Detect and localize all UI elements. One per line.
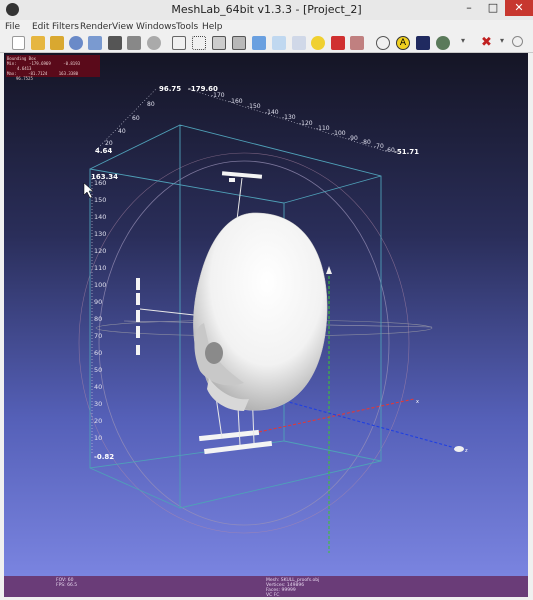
- trackball-icon[interactable]: [376, 36, 390, 50]
- menu-bar: File Edit Filters Render View Windows To…: [0, 20, 533, 50]
- vertical-tick: 150: [94, 196, 106, 204]
- title-bar: MeshLab_64bit v1.3.3 - [Project_2] – □ ✕: [0, 0, 533, 20]
- bbox-min-row: Min: -179.6969 -0.8193 4.6413: [7, 61, 99, 71]
- top-tick: -100: [332, 130, 346, 137]
- menu-windows[interactable]: Windows: [136, 22, 176, 32]
- top-tick: -70: [374, 143, 384, 150]
- edit-tool-icon[interactable]: ✖: [481, 36, 495, 50]
- status-bar: FOV: 60 FPS: 66.5 Mesh: SKULL_proofs.obj…: [4, 576, 528, 598]
- render-mode: VC FC: [266, 593, 280, 598]
- menu-render[interactable]: Render: [80, 22, 112, 32]
- snapshot-icon[interactable]: [108, 36, 122, 50]
- top-tick: -160: [229, 98, 243, 105]
- z-axis-marker: [454, 446, 464, 452]
- vertical-tick: 70: [94, 332, 102, 340]
- import-mesh-icon[interactable]: [50, 36, 64, 50]
- vertical-tick: 10: [94, 434, 102, 442]
- wireframe-render-icon[interactable]: [212, 36, 226, 50]
- diag-tick: 80: [147, 101, 155, 108]
- top-tick: -60: [385, 147, 395, 154]
- window-title: MeshLab_64bit v1.3.3 - [Project_2]: [171, 3, 362, 16]
- diag-tick: 20: [105, 140, 113, 147]
- fps-readout: FPS: 66.5: [56, 583, 78, 588]
- close-button[interactable]: ✕: [505, 0, 533, 16]
- bbox-max-z: 96.7525: [16, 76, 33, 81]
- toolbar-more-icon[interactable]: ▾: [461, 36, 475, 50]
- top-tick: -150: [247, 103, 261, 110]
- bounding-box-info-panel: Bounding Box Min: -179.6969 -0.8193 4.64…: [6, 55, 100, 81]
- new-project-icon[interactable]: [12, 36, 25, 50]
- annotation-icon[interactable]: A: [396, 36, 410, 50]
- bbox-max-row: Max: -81.7124 163.3380 96.7525: [7, 71, 99, 81]
- reload-icon[interactable]: [69, 36, 83, 50]
- raster-icon[interactable]: [147, 36, 161, 50]
- vertical-tick: 140: [94, 213, 106, 221]
- bbox-render-icon[interactable]: [172, 36, 186, 50]
- menu-view[interactable]: View: [112, 22, 133, 32]
- vertical-tick: 100: [94, 281, 106, 289]
- ruler-label-top-left-end: 4.64: [95, 147, 112, 155]
- ruler-label-vertical-bottom: -0.82: [94, 453, 114, 461]
- menu-help[interactable]: Help: [202, 22, 223, 32]
- bbox-max-y: 163.3380: [58, 71, 79, 76]
- bbox-min-label: Min:: [7, 61, 17, 66]
- vertical-tick: 160: [94, 179, 106, 187]
- layer-dialog-icon[interactable]: [127, 36, 141, 50]
- vertical-tick: 40: [94, 383, 102, 391]
- open-project-icon[interactable]: [31, 36, 45, 50]
- 3d-viewport[interactable]: 96.75 4.64 -179.60 -51.71 163.34 -0.82 2…: [4, 53, 528, 576]
- color-per-face-icon[interactable]: [350, 36, 364, 50]
- bbox-min-y: -0.8193: [63, 61, 81, 66]
- backface-culling-icon[interactable]: [331, 36, 345, 50]
- bbox-min-x: -179.6969: [29, 61, 51, 66]
- scene-svg[interactable]: 96.75 4.64 -179.60 -51.71 163.34 -0.82 2…: [4, 53, 528, 576]
- menu-edit[interactable]: Edit: [32, 22, 49, 32]
- menu-tools[interactable]: Tools: [176, 22, 198, 32]
- diag-tick: 60: [132, 115, 140, 122]
- top-tick: -170: [211, 92, 225, 99]
- top-tick: -110: [316, 125, 330, 132]
- measure-tool-icon[interactable]: [512, 36, 523, 47]
- vertical-tick: 130: [94, 230, 106, 238]
- texture-sphere-icon[interactable]: [436, 36, 450, 50]
- z-axis-label: z: [465, 448, 468, 454]
- menu-filters[interactable]: Filters: [52, 22, 79, 32]
- toolbar: A ▾ ✖ ▾: [0, 34, 533, 53]
- minimize-button[interactable]: –: [458, 0, 480, 16]
- export-mesh-icon[interactable]: [88, 36, 102, 50]
- maximize-button[interactable]: □: [482, 0, 504, 16]
- vertical-tick: 120: [94, 247, 106, 255]
- x-axis-label: x: [416, 399, 419, 405]
- mouse-cursor: [83, 182, 94, 199]
- vertical-tick: 60: [94, 349, 102, 357]
- vertical-tick: 30: [94, 400, 102, 408]
- flat-shading-icon[interactable]: [252, 36, 266, 50]
- diag-tick-labels: 20 40 60 80: [105, 101, 155, 147]
- top-tick: -120: [299, 120, 313, 127]
- top-tick-labels: -170 -160 -150 -140 -130 -120 -110 -100 …: [211, 92, 395, 154]
- points-render-icon[interactable]: [192, 36, 206, 50]
- light-bulb-icon[interactable]: [311, 36, 325, 50]
- decorate-icon[interactable]: [416, 36, 430, 50]
- vertical-tick: 50: [94, 366, 102, 374]
- ruler-label-top-left-start: 96.75: [159, 85, 181, 93]
- top-tick: -140: [265, 109, 279, 116]
- menu-file[interactable]: File: [5, 22, 20, 32]
- top-tick: -90: [348, 135, 358, 142]
- top-tick: -130: [282, 114, 296, 121]
- vertical-tick: 80: [94, 315, 102, 323]
- texture-icon[interactable]: [292, 36, 306, 50]
- top-tick: -80: [361, 139, 371, 146]
- ruler-label-top-right-end: -51.71: [394, 148, 419, 156]
- y-axis-arrow: [326, 266, 332, 274]
- skull-mesh[interactable]: [193, 212, 328, 411]
- vertical-tick: 110: [94, 264, 106, 272]
- vertical-tick-labels: 160 150 140 130 120 110 100 90 80 70 60 …: [94, 179, 106, 442]
- smooth-shading-icon[interactable]: [272, 36, 286, 50]
- vertical-tick: 90: [94, 298, 102, 306]
- vertical-tick: 20: [94, 417, 102, 425]
- hidden-lines-render-icon[interactable]: [232, 36, 246, 50]
- diag-tick: 40: [118, 128, 126, 135]
